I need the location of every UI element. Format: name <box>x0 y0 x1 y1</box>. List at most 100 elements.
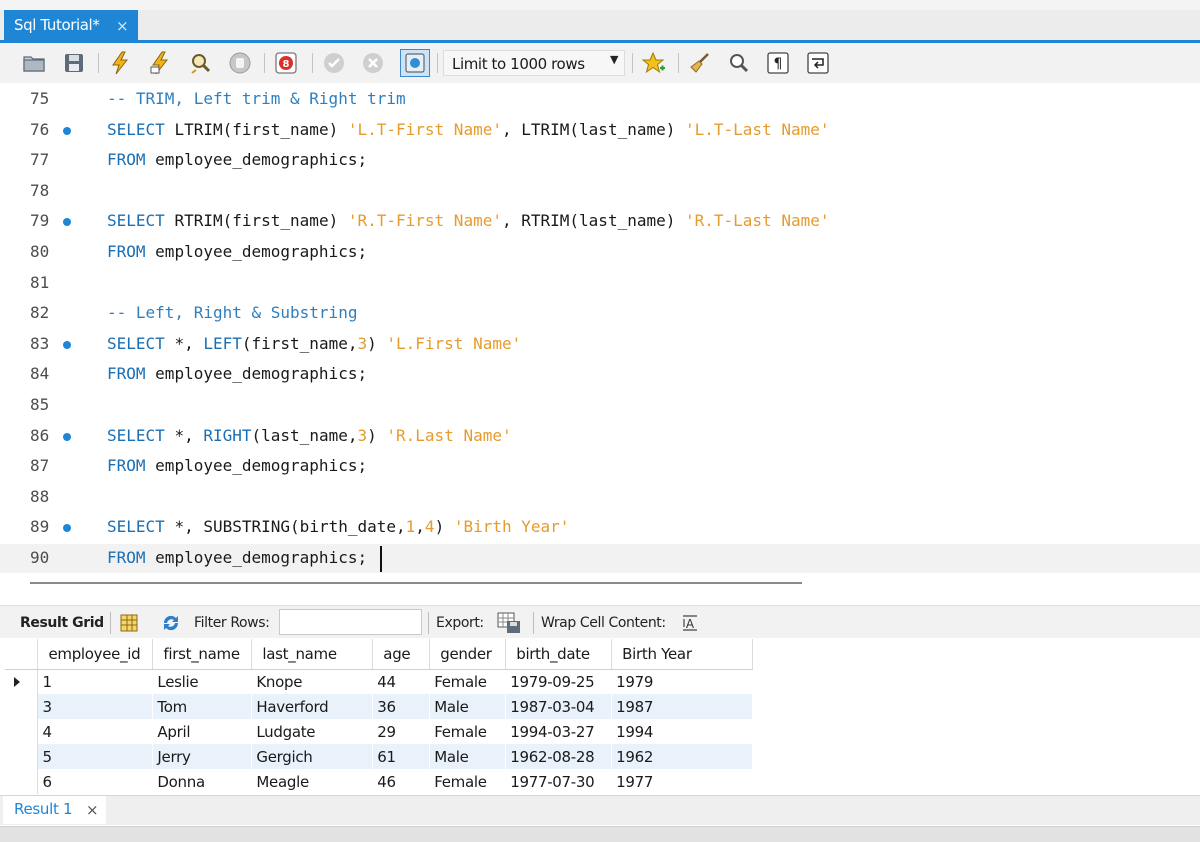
row-indicator[interactable] <box>5 769 39 794</box>
table-cell[interactable]: 1987 <box>611 694 753 719</box>
table-row[interactable]: 4 April Ludgate 29 Female 1994-03-27 1994 <box>5 719 753 744</box>
row-indicator[interactable] <box>5 669 39 694</box>
table-cell[interactable]: 1994-03-27 <box>505 719 613 744</box>
save-icon[interactable] <box>62 51 86 75</box>
autocommit-icon[interactable] <box>400 49 430 77</box>
table-cell[interactable]: Meagle <box>251 769 374 794</box>
table-cell[interactable]: Ludgate <box>251 719 374 744</box>
result-tab-1[interactable]: Result 1 × <box>3 796 106 824</box>
result-tab-close-icon[interactable]: × <box>86 801 99 819</box>
column-header[interactable]: last_name <box>251 639 374 670</box>
table-cell[interactable]: 36 <box>372 694 431 719</box>
code-line[interactable]: 78 <box>0 177 1200 207</box>
table-cell[interactable]: 46 <box>372 769 431 794</box>
refresh-filter-icon[interactable] <box>160 613 182 633</box>
export-icon[interactable] <box>496 611 522 635</box>
commit-icon[interactable] <box>322 51 346 75</box>
wrap-cell-content-icon[interactable]: A <box>681 614 699 632</box>
column-header[interactable]: gender <box>429 639 507 670</box>
code-line[interactable]: 75 -- TRIM, Left trim & Right trim <box>0 85 1200 115</box>
table-cell[interactable]: Female <box>429 769 507 794</box>
table-cell[interactable]: 44 <box>372 669 431 694</box>
code-line[interactable]: 80 FROM employee_demographics; <box>0 238 1200 268</box>
code-line[interactable]: 79 SELECT RTRIM(first_name) 'R.T-First Na… <box>0 207 1200 237</box>
code-line[interactable]: 88 <box>0 483 1200 513</box>
table-row[interactable]: 5 Jerry Gergich 61 Male 1962-08-28 1962 <box>5 744 753 769</box>
table-cell[interactable]: Female <box>429 669 507 694</box>
editor-horizontal-scrollbar[interactable] <box>30 582 802 584</box>
code-line[interactable]: 84 FROM employee_demographics; <box>0 360 1200 390</box>
invisible-characters-icon[interactable]: ¶ <box>766 51 790 75</box>
result-grid-label[interactable]: Result Grid <box>20 615 104 631</box>
code-line[interactable]: 82 -- Left, Right & Substring <box>0 299 1200 329</box>
error-toggle-icon[interactable]: 8 <box>274 51 298 75</box>
tab-sql-tutorial[interactable]: Sql Tutorial* × <box>4 10 138 41</box>
table-cell[interactable]: Gergich <box>251 744 374 769</box>
table-cell[interactable]: 1977 <box>611 769 753 794</box>
table-cell[interactable]: Haverford <box>251 694 374 719</box>
code-line[interactable]: 89 SELECT *, SUBSTRING(birth_date,1,4) 'B… <box>0 513 1200 543</box>
code-line[interactable]: 76 SELECT LTRIM(first_name) 'L.T-First Na… <box>0 116 1200 146</box>
table-cell[interactable]: April <box>152 719 253 744</box>
add-snippet-star-icon[interactable] <box>642 51 666 75</box>
column-header[interactable]: birth_date <box>505 639 613 670</box>
code-line[interactable]: 87 FROM employee_demographics; <box>0 452 1200 482</box>
toolbar-separator <box>632 53 633 73</box>
table-cell[interactable]: Knope <box>251 669 374 694</box>
table-cell[interactable]: 1994 <box>611 719 753 744</box>
table-cell[interactable]: 61 <box>372 744 431 769</box>
table-cell[interactable]: 1962-08-28 <box>505 744 613 769</box>
table-cell[interactable]: Jerry <box>152 744 253 769</box>
result-grid[interactable]: employee_id first_name last_name age gen… <box>5 639 753 795</box>
table-cell[interactable]: Male <box>429 744 507 769</box>
table-cell[interactable]: 3 <box>37 694 154 719</box>
execute-icon[interactable] <box>108 51 132 75</box>
column-header[interactable]: age <box>372 639 431 670</box>
tab-close-icon[interactable]: × <box>116 17 129 35</box>
code-line[interactable]: 83 SELECT *, LEFT(first_name,3) 'L.First … <box>0 330 1200 360</box>
code-line[interactable]: 85 <box>0 391 1200 421</box>
table-cell[interactable]: Leslie <box>152 669 253 694</box>
rollback-icon[interactable] <box>361 51 385 75</box>
table-cell[interactable]: 4 <box>37 719 154 744</box>
stop-icon[interactable] <box>228 51 252 75</box>
table-cell[interactable]: 1962 <box>611 744 753 769</box>
row-indicator[interactable] <box>5 694 39 719</box>
table-cell[interactable]: 29 <box>372 719 431 744</box>
row-indicator[interactable] <box>5 744 39 769</box>
table-cell[interactable]: 1987-03-04 <box>505 694 613 719</box>
code-line[interactable]: 90 FROM employee_demographics; <box>0 544 1200 573</box>
table-cell[interactable]: Male <box>429 694 507 719</box>
table-row[interactable]: 6 Donna Meagle 46 Female 1977-07-30 1977 <box>5 769 753 794</box>
code-line[interactable]: 81 <box>0 269 1200 299</box>
column-header[interactable]: Birth Year <box>611 639 753 670</box>
table-cell[interactable]: Tom <box>152 694 253 719</box>
header-row: employee_id first_name last_name age gen… <box>5 639 753 670</box>
sql-editor[interactable]: 75 -- TRIM, Left trim & Right trim 76 SELEC… <box>0 83 1200 573</box>
table-row[interactable]: 3 Tom Haverford 36 Male 1987-03-04 1987 <box>5 694 753 719</box>
table-cell[interactable]: 1 <box>37 669 154 694</box>
wrap-lines-icon[interactable] <box>806 51 830 75</box>
code-line[interactable]: 77 FROM employee_demographics; <box>0 146 1200 176</box>
table-cell[interactable]: 5 <box>37 744 154 769</box>
explain-icon[interactable] <box>188 51 212 75</box>
open-folder-icon[interactable] <box>22 51 46 75</box>
table-cell[interactable]: 1979-09-25 <box>505 669 613 694</box>
row-indicator[interactable] <box>5 719 39 744</box>
table-cell[interactable]: Female <box>429 719 507 744</box>
table-row[interactable]: 1 Leslie Knope 44 Female 1979-09-25 1979 <box>5 669 753 694</box>
beautify-icon[interactable] <box>688 51 712 75</box>
grid-view-icon[interactable] <box>119 613 139 633</box>
table-cell[interactable]: 6 <box>37 769 154 794</box>
table-cell[interactable]: 1979 <box>611 669 753 694</box>
find-icon[interactable] <box>727 51 751 75</box>
limit-rows-select[interactable]: Limit to 1000 rows ▼ <box>443 50 625 76</box>
column-header[interactable]: employee_id <box>37 639 154 670</box>
column-header[interactable]: first_name <box>152 639 253 670</box>
code-line[interactable]: 86 SELECT *, RIGHT(last_name,3) 'R.Last N… <box>0 422 1200 452</box>
filter-rows-input[interactable] <box>279 609 422 635</box>
execute-current-icon[interactable] <box>148 51 172 75</box>
result-tabs-strip: Result 1 × <box>0 795 1200 825</box>
table-cell[interactable]: Donna <box>152 769 253 794</box>
table-cell[interactable]: 1977-07-30 <box>505 769 613 794</box>
